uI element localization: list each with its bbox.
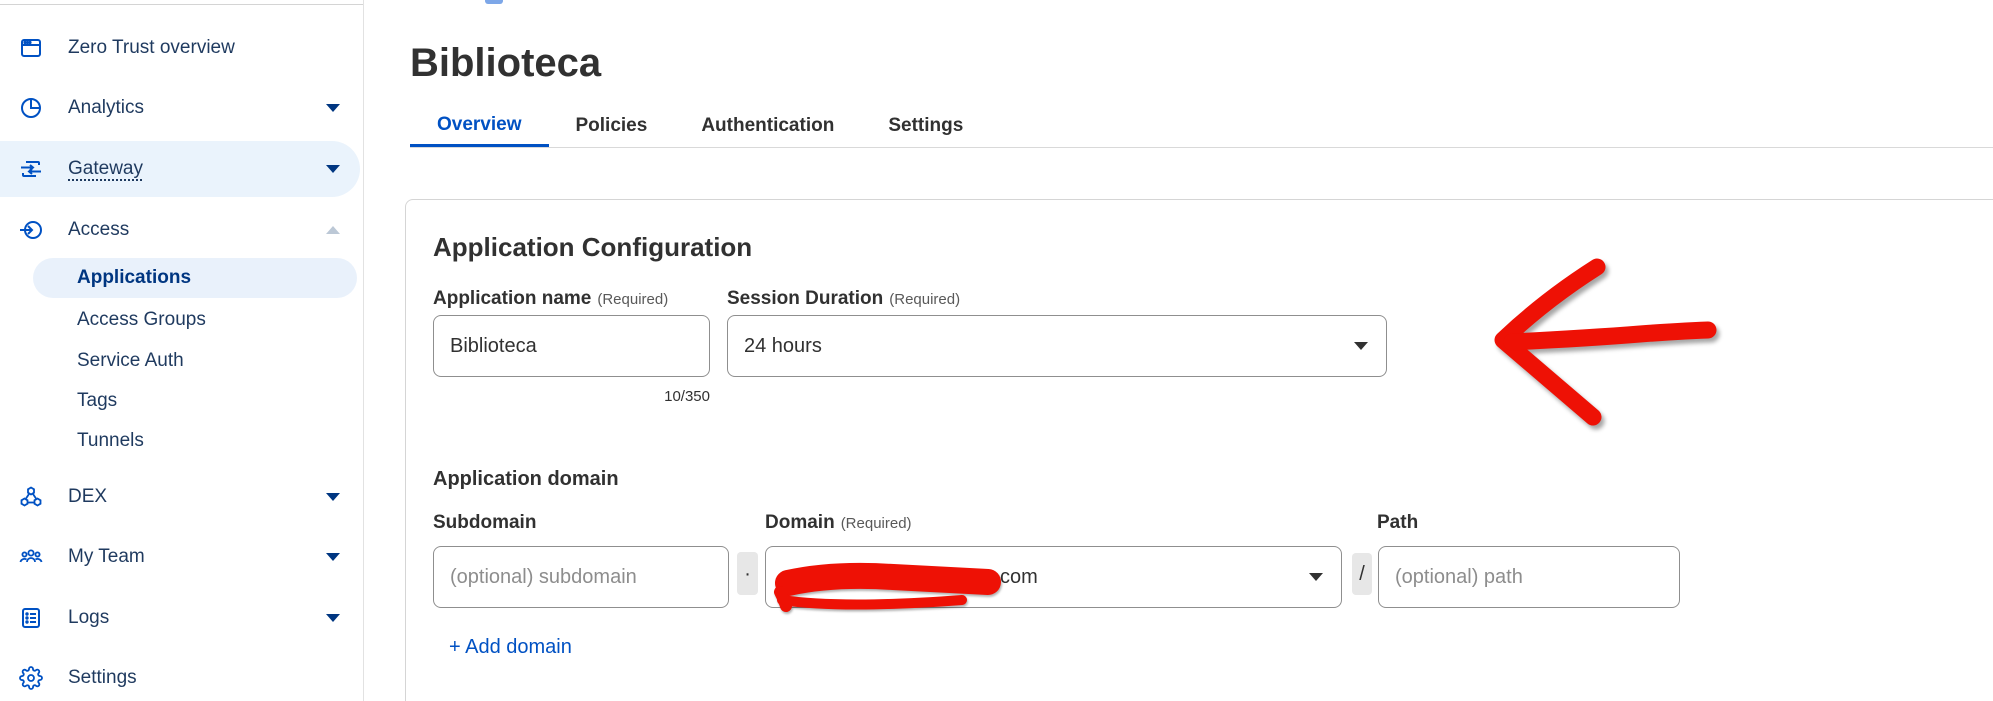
sidebar-item-analytics[interactable]: Analytics [0,80,363,136]
sidebar-item-access-groups[interactable]: Access Groups [0,300,363,340]
subdomain-label: Subdomain [433,512,536,534]
application-name-input[interactable] [433,315,710,377]
session-duration-value: 24 hours [744,335,822,358]
add-domain-link[interactable]: + Add domain [449,636,572,659]
sidebar-item-label: DEX [68,486,107,508]
browser-window-icon [18,35,44,61]
subdomain-input[interactable] [433,546,729,608]
sidebar-item-zero-trust-overview[interactable]: Zero Trust overview [0,20,363,76]
sidebar-item-access[interactable]: Access [0,202,363,258]
tab-policies[interactable]: Policies [549,105,675,147]
sidebar-item-my-team[interactable]: My Team [0,529,363,585]
domain-select[interactable]: com [765,546,1342,608]
sidebar-item-dex[interactable]: DEX [0,469,363,525]
cut-off-element [485,0,503,4]
sidebar-item-service-auth[interactable]: Service Auth [0,341,363,381]
sidebar-item-label: My Team [68,546,145,568]
zero-trust-dashboard: Zero Trust overview Analytics Gateway [0,0,1993,701]
sidebar-item-label: Access [68,219,129,241]
sidebar: Zero Trust overview Analytics Gateway [0,0,363,701]
domain-visible-text: com [1000,566,1038,589]
required-hint: (Required) [889,291,960,308]
chevron-down-icon [1354,342,1368,350]
tab-settings[interactable]: Settings [861,105,990,147]
chevron-down-icon[interactable] [326,614,340,622]
path-input[interactable] [1378,546,1680,608]
sidebar-subitem-label: Tunnels [77,430,144,452]
pie-chart-icon [18,95,44,121]
sidebar-border [363,0,364,701]
sidebar-item-label: Zero Trust overview [68,37,235,59]
slash-separator: / [1352,553,1372,595]
section-title: Application Configuration [433,232,752,263]
chevron-down-icon[interactable] [326,493,340,501]
session-duration-select[interactable]: 24 hours [727,315,1387,377]
sidebar-subitem-label: Tags [77,390,117,412]
required-hint: (Required) [597,291,668,308]
sidebar-subitem-label: Access Groups [77,309,206,331]
hex-cluster-icon [18,484,44,510]
people-icon [18,544,44,570]
chevron-down-icon[interactable] [326,165,340,173]
gear-icon [18,665,44,691]
sidebar-item-applications[interactable]: Applications [33,258,357,298]
tab-overview[interactable]: Overview [410,105,549,147]
char-counter: 10/350 [560,388,710,405]
chevron-down-icon[interactable] [326,104,340,112]
sidebar-item-tags[interactable]: Tags [0,381,363,421]
dot-separator: . [737,552,758,595]
application-name-label: Application name(Required) [433,288,668,310]
sidebar-item-label: Analytics [68,97,144,119]
tab-authentication[interactable]: Authentication [674,105,861,147]
domain-label: Domain(Required) [765,512,912,534]
path-label: Path [1377,512,1418,534]
sidebar-divider [0,4,363,5]
log-list-icon [18,605,44,631]
chevron-up-icon[interactable] [326,226,340,234]
sidebar-item-tunnels[interactable]: Tunnels [0,421,363,461]
tab-bar: Overview Policies Authentication Setting… [410,105,1993,148]
sidebar-item-label: Logs [68,607,109,629]
chevron-down-icon[interactable] [326,553,340,561]
session-duration-label: Session Duration(Required) [727,288,960,310]
sidebar-item-settings[interactable]: Settings [0,650,363,701]
sidebar-subitem-label: Service Auth [77,350,184,372]
gateway-icon [18,156,44,182]
sidebar-item-label: Gateway [68,158,143,180]
application-domain-heading: Application domain [433,468,619,491]
application-configuration-card [405,199,1993,701]
sidebar-item-label: Settings [68,667,137,689]
sidebar-subitem-label: Applications [77,267,191,289]
sidebar-item-logs[interactable]: Logs [0,590,363,646]
sidebar-item-gateway[interactable]: Gateway [0,141,360,197]
page-title: Biblioteca [410,41,601,85]
required-hint: (Required) [841,515,912,532]
chevron-down-icon [1309,573,1323,581]
login-arrow-icon [18,217,44,243]
